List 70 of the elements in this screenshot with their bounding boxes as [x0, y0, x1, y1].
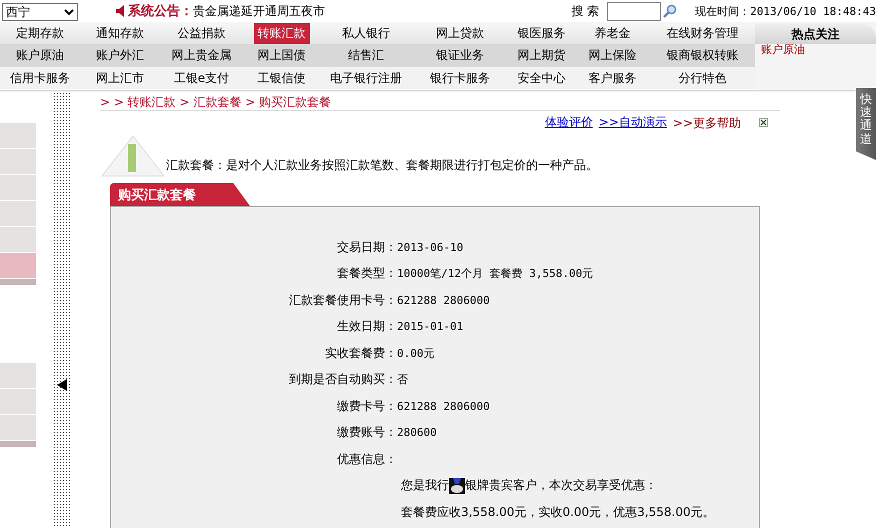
- nav-tab[interactable]: 银医服务: [514, 22, 570, 44]
- city-select[interactable]: 西宁: [2, 3, 78, 21]
- field-value: 621288 2806000: [397, 294, 490, 307]
- field-value: 280600: [397, 426, 437, 440]
- nav-tab[interactable]: 网上汇市: [92, 68, 148, 88]
- field-value: 2013-06-10: [397, 240, 464, 254]
- field-label: 缴费卡号：: [336, 398, 397, 415]
- nav-tab[interactable]: 电子银行注册: [326, 68, 406, 88]
- search-label: 搜 索: [571, 2, 600, 20]
- collapse-strip[interactable]: [53, 92, 70, 528]
- field-label: 生效日期：: [336, 318, 397, 336]
- nav-tab[interactable]: 定期存款: [12, 22, 68, 44]
- current-time: 现在时间：2013/06/10 18:48:43: [695, 4, 876, 18]
- breadcrumb: > > 转账汇款 > 汇款套餐 > 购买汇款套餐: [100, 92, 780, 111]
- nav-tab[interactable]: 网上贷款: [432, 22, 488, 44]
- nav-tab[interactable]: 网上贵金属: [168, 45, 236, 66]
- field-value: 否: [397, 372, 408, 388]
- speaker-icon: [116, 5, 124, 17]
- intro-text: 汇款套餐：是对个人汇款业务按照汇款笔数、套餐期限进行打包定价的一种产品。: [166, 157, 598, 174]
- fee-summary: 套餐费应收3,558.00元，实收0.00元，优惠3,558.00元。: [401, 504, 715, 521]
- nav-tab[interactable]: 养老金: [590, 22, 634, 44]
- vip-note-text: 银牌贵宾客户，本次交易享受优惠：: [465, 477, 657, 494]
- search-icon[interactable]: [663, 4, 678, 18]
- announcement-label: 系统公告：: [128, 2, 193, 20]
- hot-topic-link[interactable]: 账户原油: [755, 44, 876, 55]
- nav-tab[interactable]: 公益捐款: [174, 22, 230, 44]
- nav-tab[interactable]: 通知存款: [92, 22, 148, 44]
- nav-tab[interactable]: 网上期货: [514, 45, 570, 66]
- close-icon[interactable]: [759, 118, 768, 127]
- nav-tab[interactable]: 信用卡服务: [6, 68, 74, 88]
- announcement-text[interactable]: 贵金属递延开通周五夜市: [193, 2, 325, 20]
- help-link[interactable]: 体验评价: [544, 114, 593, 131]
- field-label: 套餐类型：: [336, 265, 397, 282]
- nav-tab[interactable]: 客户服务: [584, 68, 640, 88]
- nav-tab[interactable]: 安全中心: [514, 68, 570, 88]
- field-value: 0.00元: [397, 346, 434, 361]
- nav-tab[interactable]: 分行特色: [674, 68, 730, 88]
- nav-tab[interactable]: 结售汇: [344, 45, 388, 66]
- nav-tab[interactable]: 私人银行: [338, 22, 394, 44]
- field-label: 缴费账号：: [336, 424, 397, 442]
- nav-tab[interactable]: 工银e支付: [170, 68, 234, 88]
- field-label: 汇款套餐使用卡号：: [288, 292, 397, 309]
- hot-topics-title: 热点关注: [755, 24, 876, 44]
- nav-tab[interactable]: 账户外汇: [92, 45, 148, 66]
- info-icon: [100, 134, 166, 178]
- nav-tab[interactable]: 转账汇款: [254, 22, 310, 44]
- field-value: 2015-01-01: [397, 320, 464, 334]
- nav-tab[interactable]: 银商银权转账: [662, 45, 742, 66]
- field-label: 实收套餐费：: [324, 344, 397, 362]
- sidebar-item[interactable]: [0, 253, 36, 279]
- nav-tab[interactable]: 银证业务: [432, 45, 488, 66]
- nav-tab[interactable]: 银行卡服务: [426, 68, 494, 88]
- field-value: 621288 2806000: [397, 400, 490, 413]
- field-value: 10000笔/12个月 套餐费 3,558.00元: [397, 266, 594, 282]
- vip-note-text: 您是我行: [401, 477, 449, 494]
- search-field[interactable]: [607, 2, 662, 20]
- field-label: 优惠信息：: [336, 450, 397, 468]
- help-link[interactable]: >>更多帮助: [672, 115, 753, 132]
- nav-tab[interactable]: 网上国债: [254, 45, 310, 66]
- nav-tab[interactable]: 在线财务管理: [662, 22, 742, 44]
- quick-access-tab[interactable]: 快速通道: [856, 88, 876, 160]
- nav-tab[interactable]: 工银信使: [254, 68, 310, 88]
- medal-icon: [449, 478, 465, 494]
- nav-tab[interactable]: 账户原油: [12, 45, 68, 66]
- collapse-arrow-icon[interactable]: [56, 379, 66, 391]
- field-label: 交易日期：: [336, 238, 397, 256]
- nav-tab[interactable]: 网上保险: [584, 45, 640, 66]
- field-label: 到期是否自动购买：: [288, 371, 397, 388]
- help-link[interactable]: >>自动演示: [598, 114, 667, 131]
- chevron-down-icon: [64, 8, 74, 16]
